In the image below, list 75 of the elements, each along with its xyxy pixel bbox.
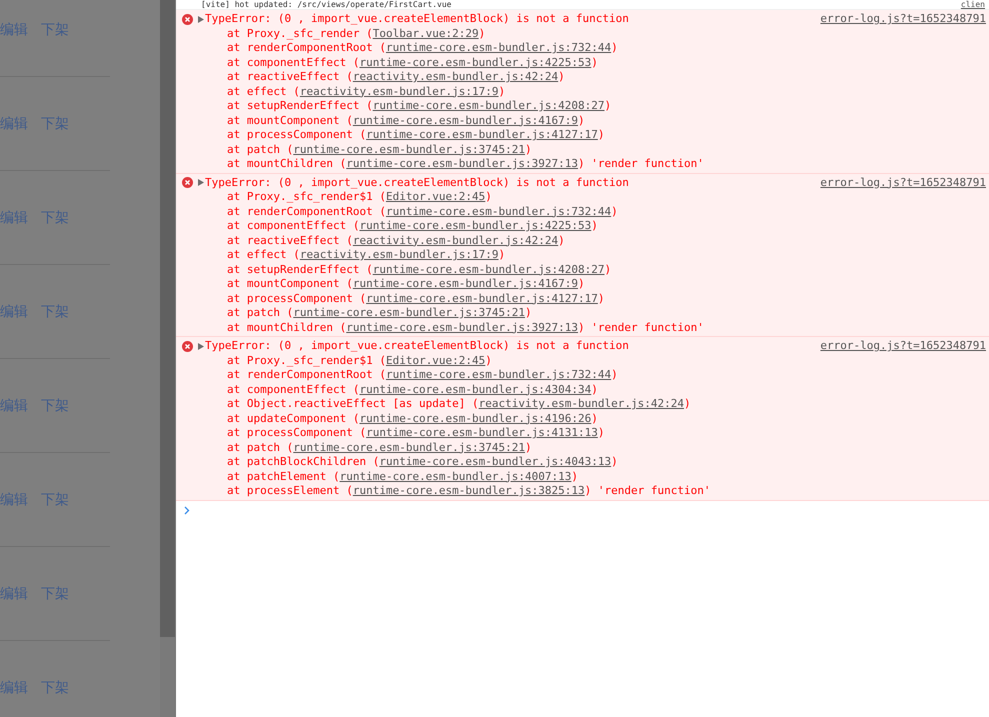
file-link[interactable]: runtime-core.esm-bundler.js:4208:27 [372, 99, 604, 112]
source-link[interactable]: error-log.js?t=1652348791 [820, 339, 986, 354]
file-link[interactable]: runtime-core.esm-bundler.js:4131:13 [366, 426, 598, 439]
stack-frame: at setupRenderEffect (runtime-core.esm-bundler.js:4208:27) [227, 262, 612, 276]
stack-frame: at effect (reactivity.esm-bundler.js:17:9) [227, 248, 506, 261]
stack-frame: at renderComponentRoot (runtime-core.esm-bundler.js:732:44) [227, 204, 618, 218]
file-link[interactable]: runtime-core.esm-bundler.js:4167:9 [352, 277, 578, 290]
file-link[interactable]: runtime-core.esm-bundler.js:4007:13 [340, 470, 572, 482]
stack-frame: at patchBlockChildren (runtime-core.esm-bundler.js:4043:13) [227, 455, 618, 468]
file-link[interactable]: runtime-core.esm-bundler.js:4208:27 [372, 262, 604, 276]
stack-frame: at Proxy._sfc_render$1 (Editor.vue:2:45) [227, 354, 492, 366]
error-message: TypeError: (0 , import_vue.createElementBlock) is not a function [205, 339, 630, 354]
file-link[interactable]: runtime-core.esm-bundler.js:3745:21 [293, 142, 526, 156]
error-icon [182, 177, 193, 188]
file-link[interactable]: runtime-core.esm-bundler.js:3825:13 [352, 484, 585, 497]
stack-frame: at reactiveEffect (reactivity.esm-bundler.js:42:24) [227, 70, 565, 83]
file-link[interactable]: runtime-core.esm-bundler.js:4225:53 [359, 56, 592, 68]
file-link[interactable]: runtime-core.esm-bundler.js:4304:34 [359, 382, 592, 396]
log-message: [vite] hot updated: /src/views/operate/FirstCart.vue [201, 0, 452, 9]
stack-frame: at Proxy._sfc_render (Toolbar.vue:2:29) [227, 26, 486, 40]
file-link[interactable]: reactivity.esm-bundler.js:42:24 [478, 397, 684, 410]
file-link[interactable]: runtime-core.esm-bundler.js:732:44 [386, 204, 612, 218]
file-link[interactable]: runtime-core.esm-bundler.js:732:44 [386, 41, 612, 54]
file-link[interactable]: runtime-core.esm-bundler.js:4225:53 [359, 219, 592, 232]
stack-frame: at componentEffect (runtime-core.esm-bundler.js:4225:53) [227, 56, 598, 68]
file-link[interactable]: runtime-core.esm-bundler.js:3745:21 [293, 440, 526, 454]
file-link[interactable]: Editor.vue:2:45 [386, 354, 486, 366]
file-link[interactable]: runtime-core.esm-bundler.js:4043:13 [379, 455, 612, 468]
file-link[interactable]: runtime-core.esm-bundler.js:3927:13 [346, 320, 578, 334]
stack-frame: at mountComponent (runtime-core.esm-bundler.js:4167:9) [227, 114, 585, 126]
file-link[interactable]: reactivity.esm-bundler.js:42:24 [352, 70, 558, 83]
file-link[interactable]: runtime-core.esm-bundler.js:3927:13 [346, 157, 578, 170]
stack-frame: at processComponent (runtime-core.esm-bundler.js:4131:13) [227, 426, 604, 439]
file-link[interactable]: runtime-core.esm-bundler.js:732:44 [386, 368, 612, 381]
stack-frame: at mountComponent (runtime-core.esm-bundler.js:4167:9) [227, 277, 585, 290]
prompt-chevron-icon [184, 506, 190, 514]
stack-frame: at renderComponentRoot (runtime-core.esm-bundler.js:732:44) [227, 41, 618, 54]
file-link[interactable]: reactivity.esm-bundler.js:17:9 [300, 248, 499, 261]
stack-frame: at Object.reactiveEffect [as update] (reactivity.esm-bundler.js:42:24) [227, 397, 691, 410]
expand-triangle-icon[interactable] [198, 16, 204, 23]
stack-frame: at componentEffect (runtime-core.esm-bundler.js:4225:53) [227, 219, 598, 232]
error-message: TypeError: (0 , import_vue.createElementBlock) is not a function [205, 12, 630, 26]
file-link[interactable]: runtime-core.esm-bundler.js:3745:21 [293, 306, 526, 319]
stack-frame: at updateComponent (runtime-core.esm-bundler.js:4196:26) [227, 412, 598, 424]
error-icon [182, 340, 193, 352]
stack-frame: at Proxy._sfc_render$1 (Editor.vue:2:45) [227, 190, 492, 203]
file-link[interactable]: runtime-core.esm-bundler.js:4127:17 [366, 292, 598, 304]
stack-frame: at processElement (runtime-core.esm-bundler.js:3825:13) 'render function' [227, 484, 710, 497]
file-link[interactable]: reactivity.esm-bundler.js:42:24 [352, 234, 558, 246]
stack-frame: at renderComponentRoot (runtime-core.esm-bundler.js:732:44) [227, 368, 618, 381]
expand-triangle-icon[interactable] [198, 179, 204, 186]
stack-frame: at mountChildren (runtime-core.esm-bundler.js:3927:13) 'render function' [227, 320, 704, 334]
expand-triangle-icon[interactable] [198, 342, 204, 350]
file-link[interactable]: runtime-core.esm-bundler.js:4196:26 [359, 412, 592, 424]
source-link[interactable]: error-log.js?t=1652348791 [820, 12, 986, 26]
stack-frame: at patch (runtime-core.esm-bundler.js:3745:21) [227, 306, 532, 319]
stack-frame: at componentEffect (runtime-core.esm-bundler.js:4304:34) [227, 382, 598, 396]
source-link[interactable]: error-log.js?t=1652348791 [820, 176, 986, 190]
file-link[interactable]: runtime-core.esm-bundler.js:4167:9 [352, 114, 578, 126]
file-link[interactable]: reactivity.esm-bundler.js:17:9 [300, 84, 499, 98]
stack-frame: at patch (runtime-core.esm-bundler.js:3745:21) [227, 440, 532, 454]
stack-frame: at processComponent (runtime-core.esm-bundler.js:4127:17) [227, 292, 604, 304]
file-link[interactable]: Toolbar.vue:2:29 [372, 26, 479, 40]
stack-frame: at reactiveEffect (reactivity.esm-bundler.js:42:24) [227, 234, 565, 246]
source-link[interactable]: clien [960, 0, 985, 9]
stack-frame: at patchElement (runtime-core.esm-bundler.js:4007:13) [227, 470, 578, 482]
file-link[interactable]: Editor.vue:2:45 [386, 190, 486, 203]
stack-frame: at processComponent (runtime-core.esm-bundler.js:4127:17) [227, 128, 604, 141]
stack-frame: at patch (runtime-core.esm-bundler.js:3745:21) [227, 142, 532, 156]
error-icon [182, 14, 193, 25]
file-link[interactable]: runtime-core.esm-bundler.js:4127:17 [366, 128, 598, 141]
stack-frame: at mountChildren (runtime-core.esm-bundler.js:3927:13) 'render function' [227, 157, 704, 170]
error-message: TypeError: (0 , import_vue.createElementBlock) is not a function [205, 176, 630, 190]
stack-frame: at effect (reactivity.esm-bundler.js:17:9) [227, 84, 506, 98]
stack-frame: at setupRenderEffect (runtime-core.esm-bundler.js:4208:27) [227, 99, 612, 112]
